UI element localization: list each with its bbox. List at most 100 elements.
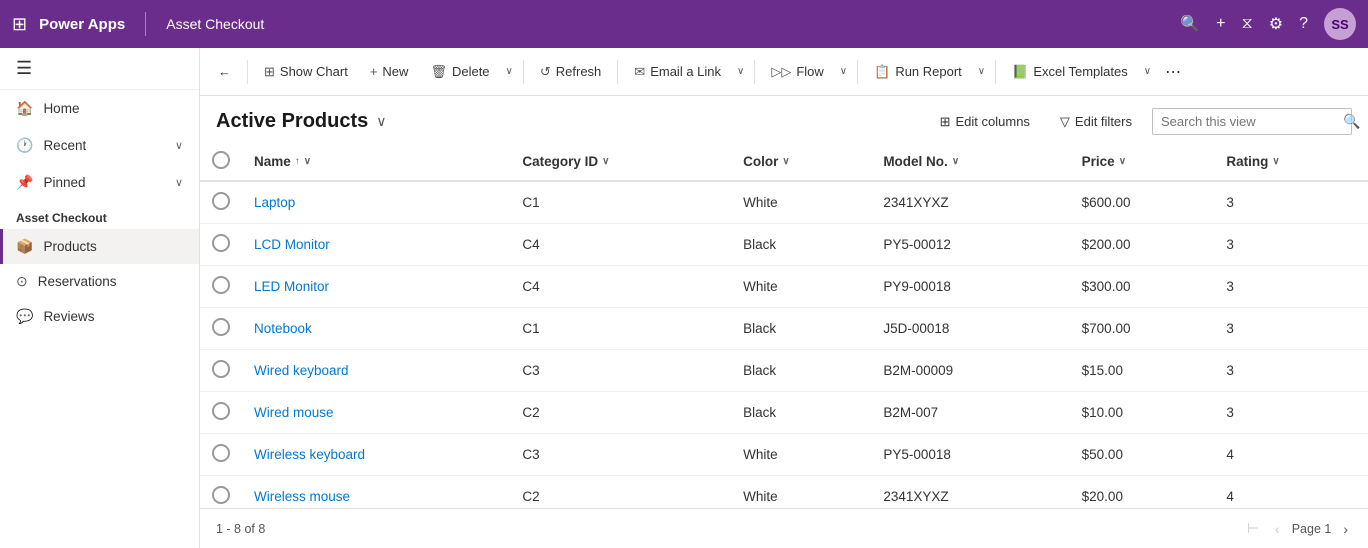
row-color-cell: White: [731, 181, 871, 224]
row-name-link[interactable]: Notebook: [254, 321, 312, 336]
model-dropdown-icon[interactable]: ∨: [952, 156, 959, 167]
sidebar-toggle-button[interactable]: ☰: [0, 48, 199, 90]
row-checkbox[interactable]: [212, 192, 230, 210]
filter-nav-icon[interactable]: ⧖: [1242, 15, 1253, 33]
sidebar-item-reservations[interactable]: ⊙ Reservations: [0, 264, 199, 299]
view-title-dropdown-icon[interactable]: ∨: [376, 113, 386, 130]
flow-dropdown-button[interactable]: ∨: [836, 61, 851, 82]
row-checkbox[interactable]: [212, 276, 230, 294]
row-checkbox[interactable]: [212, 234, 230, 252]
rating-dropdown-icon[interactable]: ∨: [1272, 156, 1279, 167]
row-checkbox[interactable]: [212, 360, 230, 378]
sidebar: ☰ 🏠 Home 🕐 Recent ∨ 📌 Pinned ∨ Asset Che…: [0, 48, 200, 548]
more-options-button[interactable]: ⋯: [1157, 57, 1189, 87]
row-category-cell: C4: [510, 266, 731, 308]
rating-column-header[interactable]: Rating ∨: [1214, 143, 1368, 181]
row-name-link[interactable]: LED Monitor: [254, 279, 329, 294]
row-color-cell: Black: [731, 224, 871, 266]
show-chart-button[interactable]: ⊞ Show Chart: [254, 59, 358, 85]
refresh-button[interactable]: ↺ Refresh: [530, 59, 611, 85]
prev-page-button[interactable]: ‹: [1271, 517, 1284, 541]
toolbar-separator-6: [995, 60, 996, 84]
row-checkbox[interactable]: [212, 486, 230, 504]
sidebar-reviews-label: Reviews: [43, 309, 94, 324]
name-dropdown-icon[interactable]: ∨: [304, 156, 311, 167]
row-category-cell: C3: [510, 434, 731, 476]
row-checkbox[interactable]: [212, 318, 230, 336]
row-name-link[interactable]: Wired mouse: [254, 405, 334, 420]
next-page-button[interactable]: ›: [1339, 517, 1352, 541]
price-dropdown-icon[interactable]: ∨: [1119, 156, 1126, 167]
row-checkbox-cell: [200, 476, 242, 509]
excel-dropdown-arrow-icon: ∨: [1144, 66, 1151, 77]
sidebar-section-label: Asset Checkout: [0, 201, 199, 229]
content-area: ← ⊞ Show Chart + New 🗑 Delete ∨ ↺ Refr: [200, 48, 1368, 548]
flow-button[interactable]: ▷▷ Flow: [761, 59, 833, 85]
email-link-dropdown-button[interactable]: ∨: [733, 61, 748, 82]
row-price-cell: $600.00: [1070, 181, 1215, 224]
row-price-cell: $50.00: [1070, 434, 1215, 476]
table-header-row: Name ↑ ∨ Category ID ∨: [200, 143, 1368, 181]
table-row: Wired keyboard C3 Black B2M-00009 $15.00…: [200, 350, 1368, 392]
run-report-label: Run Report: [895, 64, 961, 79]
show-chart-label: Show Chart: [280, 64, 348, 79]
edit-columns-button[interactable]: ⊞ Edit columns: [930, 109, 1040, 135]
table-body: Laptop C1 White 2341XYXZ $600.00 3 LCD M…: [200, 181, 1368, 508]
table-row: LCD Monitor C4 Black PY5-00012 $200.00 3: [200, 224, 1368, 266]
color-dropdown-icon[interactable]: ∨: [782, 156, 789, 167]
sidebar-item-pinned[interactable]: 📌 Pinned ∨: [0, 164, 199, 201]
first-page-button[interactable]: ⊢: [1243, 516, 1263, 541]
excel-dropdown-button[interactable]: ∨: [1140, 61, 1155, 82]
name-column-header[interactable]: Name ↑ ∨: [242, 143, 510, 181]
select-all-checkbox[interactable]: [212, 151, 230, 169]
run-report-dropdown-button[interactable]: ∨: [974, 61, 989, 82]
email-link-button[interactable]: ✉ Email a Link: [624, 59, 731, 85]
add-nav-icon[interactable]: +: [1216, 15, 1225, 33]
row-model-cell: B2M-00009: [871, 350, 1069, 392]
row-category-cell: C3: [510, 350, 731, 392]
help-nav-icon[interactable]: ?: [1299, 15, 1308, 33]
excel-templates-label: Excel Templates: [1033, 64, 1127, 79]
row-color-cell: White: [731, 266, 871, 308]
delete-button[interactable]: 🗑 Delete: [420, 59, 499, 85]
category-id-column-header[interactable]: Category ID ∨: [510, 143, 731, 181]
search-input[interactable]: [1161, 114, 1337, 129]
back-button[interactable]: ←: [208, 59, 241, 84]
row-model-cell: J5D-00018: [871, 308, 1069, 350]
price-column-header[interactable]: Price ∨: [1070, 143, 1215, 181]
delete-dropdown-button[interactable]: ∨: [502, 61, 517, 82]
sidebar-item-products[interactable]: 📦 Products: [0, 229, 199, 264]
row-name-link[interactable]: Laptop: [254, 195, 295, 210]
row-rating-cell: 4: [1214, 476, 1368, 509]
sidebar-item-recent[interactable]: 🕐 Recent ∨: [0, 127, 199, 164]
row-name-link[interactable]: Wireless keyboard: [254, 447, 365, 462]
settings-nav-icon[interactable]: ⚙: [1269, 14, 1283, 34]
edit-filters-button[interactable]: ▽ Edit filters: [1050, 109, 1142, 135]
row-price-cell: $200.00: [1070, 224, 1215, 266]
row-price-cell: $700.00: [1070, 308, 1215, 350]
model-no-column-header[interactable]: Model No. ∨: [871, 143, 1069, 181]
excel-templates-button[interactable]: 📗 Excel Templates: [1002, 59, 1138, 85]
email-icon: ✉: [634, 64, 645, 80]
sidebar-item-reviews[interactable]: 💬 Reviews: [0, 299, 199, 334]
select-all-column: [200, 143, 242, 181]
row-category-cell: C2: [510, 392, 731, 434]
table-footer: 1 - 8 of 8 ⊢ ‹ Page 1 ›: [200, 508, 1368, 548]
row-name-cell: Laptop: [242, 181, 510, 224]
run-report-dropdown-arrow-icon: ∨: [978, 66, 985, 77]
search-nav-icon[interactable]: 🔍: [1180, 14, 1200, 34]
sidebar-item-home[interactable]: 🏠 Home: [0, 90, 199, 127]
search-icon: 🔍: [1343, 113, 1360, 130]
user-avatar[interactable]: SS: [1324, 8, 1356, 40]
waffle-icon[interactable]: ⊞: [12, 14, 27, 35]
row-name-link[interactable]: Wireless mouse: [254, 489, 350, 504]
color-header-label: Color: [743, 154, 778, 169]
color-column-header[interactable]: Color ∨: [731, 143, 871, 181]
row-checkbox[interactable]: [212, 444, 230, 462]
new-button[interactable]: + New: [360, 59, 419, 84]
category-dropdown-icon[interactable]: ∨: [602, 156, 609, 167]
row-checkbox[interactable]: [212, 402, 230, 420]
row-name-link[interactable]: LCD Monitor: [254, 237, 330, 252]
row-name-link[interactable]: Wired keyboard: [254, 363, 349, 378]
run-report-button[interactable]: 📋 Run Report: [864, 59, 972, 85]
